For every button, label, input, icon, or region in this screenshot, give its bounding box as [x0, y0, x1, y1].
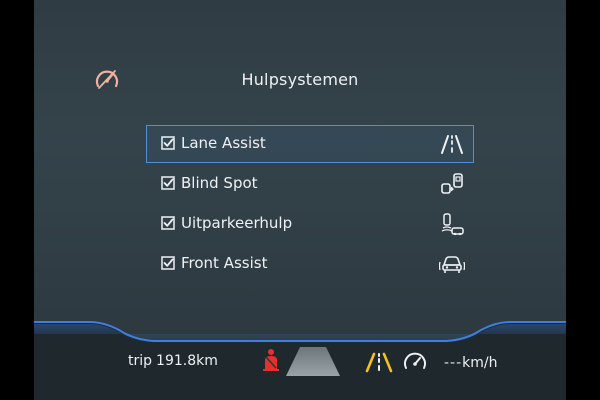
- menu-item-lane-assist[interactable]: Lane Assist: [146, 125, 474, 163]
- page-title: Hulpsystemen: [241, 70, 359, 89]
- speed-limiter-icon: [404, 352, 426, 369]
- menu-item-blind-spot[interactable]: Blind Spot: [146, 165, 474, 203]
- assist-systems-menu: Lane Assist Blind Spot Uitparkeerhulp Fr…: [146, 125, 474, 285]
- checkbox-checked-icon[interactable]: [161, 256, 175, 270]
- checkbox-checked-icon[interactable]: [161, 136, 175, 150]
- trip-odometer: trip 191.8km: [128, 353, 218, 369]
- speed-unit: km/h: [462, 355, 498, 371]
- lane-assist-icon: [441, 135, 463, 154]
- speed-readout: ---km/h: [444, 355, 498, 371]
- seatbelt-warning-icon: [263, 349, 279, 371]
- blind-spot-icon: [441, 173, 463, 194]
- checkbox-checked-icon[interactable]: [161, 176, 175, 190]
- road-icon: [286, 347, 340, 376]
- trip-value: 191.8km: [156, 353, 218, 369]
- cluster-display: Hulpsystemen Lane Assist Blind Spot Uitp…: [34, 0, 566, 400]
- checkbox-checked-icon[interactable]: [161, 216, 175, 230]
- instrument-cluster-screen: Hulpsystemen Lane Assist Blind Spot Uitp…: [0, 0, 600, 400]
- trip-label: trip: [128, 353, 153, 369]
- front-assist-icon: [439, 256, 465, 273]
- menu-item-label: Uitparkeerhulp: [181, 214, 293, 232]
- menu-item-label: Lane Assist: [181, 134, 266, 152]
- speed-value: ---: [444, 355, 463, 371]
- rear-traffic-alert-icon: [441, 213, 464, 236]
- menu-item-label: Front Assist: [181, 254, 268, 272]
- menu-item-uitparkeerhulp[interactable]: Uitparkeerhulp: [146, 205, 474, 243]
- menu-item-front-assist[interactable]: Front Assist: [146, 245, 474, 283]
- lane-assist-status-icon: [365, 352, 393, 373]
- menu-item-label: Blind Spot: [181, 174, 258, 192]
